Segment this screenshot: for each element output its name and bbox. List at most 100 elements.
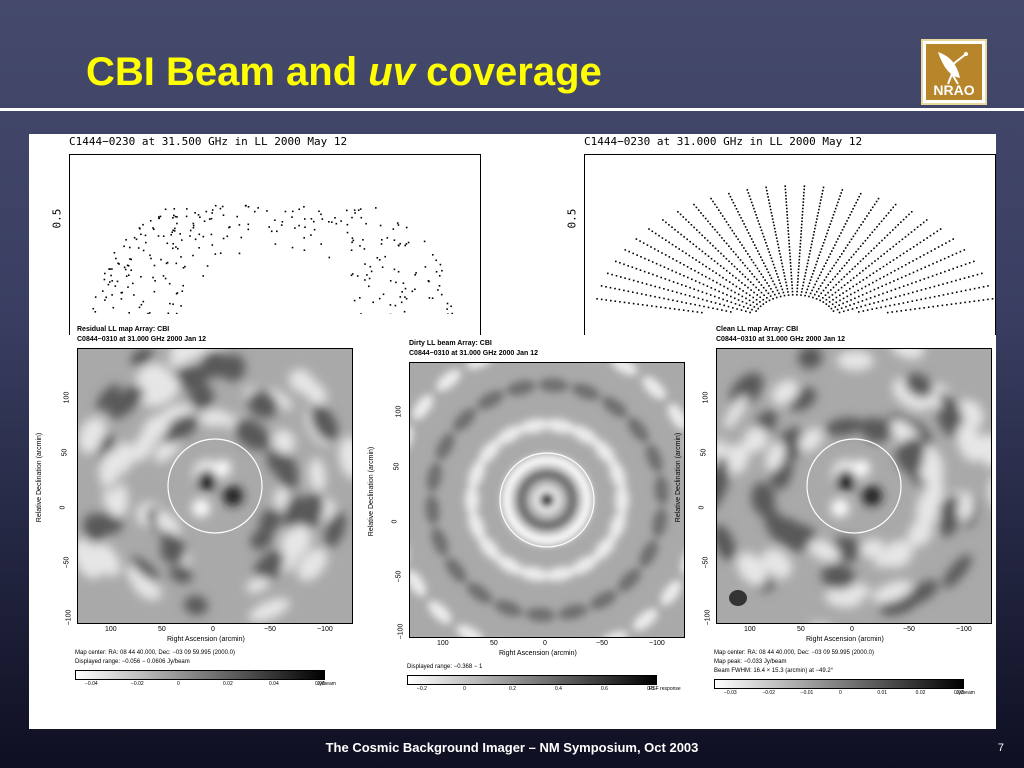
uv-point bbox=[806, 288, 809, 291]
uv-point bbox=[857, 301, 860, 304]
uv-point bbox=[831, 294, 834, 296]
uv-point bbox=[707, 306, 710, 309]
beam-sidelobe bbox=[615, 485, 629, 515]
uv-point bbox=[821, 193, 823, 195]
uv-point bbox=[380, 243, 383, 245]
uv-point bbox=[750, 289, 752, 291]
uv-point bbox=[340, 220, 342, 222]
uv-point bbox=[623, 301, 626, 304]
uv-point bbox=[177, 247, 179, 250]
uv-point bbox=[798, 255, 801, 258]
uv-point bbox=[841, 267, 843, 270]
uv-point bbox=[811, 289, 813, 292]
uv-point bbox=[864, 304, 867, 307]
uv-point bbox=[424, 266, 427, 268]
uv-point bbox=[845, 290, 848, 292]
uv-point bbox=[725, 269, 728, 272]
uv-point bbox=[747, 192, 750, 194]
uv-point bbox=[905, 309, 907, 311]
uv-point bbox=[801, 288, 804, 290]
uv-point bbox=[397, 270, 400, 273]
uv-point bbox=[955, 302, 957, 305]
uv-point bbox=[291, 216, 293, 218]
uv-point bbox=[867, 252, 870, 255]
uv-point bbox=[787, 226, 789, 229]
uv-point bbox=[820, 196, 823, 198]
uv-point bbox=[825, 286, 827, 289]
uv-point bbox=[899, 254, 902, 257]
uv-point bbox=[697, 289, 700, 292]
uv-point bbox=[726, 287, 729, 290]
uv-point bbox=[142, 300, 145, 303]
uv-point bbox=[162, 235, 165, 237]
uv-point bbox=[731, 263, 733, 265]
uv-point bbox=[914, 308, 916, 310]
uv-point bbox=[661, 252, 663, 254]
uv-point bbox=[822, 189, 824, 192]
map-info-line: Beam FWHM: 16.4 × 15.3 (arcmin) at −49.2… bbox=[714, 668, 834, 674]
uv-point bbox=[901, 266, 903, 268]
uv-point bbox=[192, 222, 195, 225]
uv-point bbox=[767, 271, 770, 274]
uv-point bbox=[711, 226, 714, 228]
uv-point bbox=[115, 257, 117, 260]
nrao-logo: NRAO bbox=[921, 39, 987, 105]
uv-point bbox=[219, 207, 222, 210]
uv-point bbox=[718, 209, 720, 211]
uv-point bbox=[937, 284, 940, 287]
uv-point bbox=[740, 217, 742, 219]
uv-point bbox=[351, 237, 354, 239]
uv-point bbox=[719, 212, 722, 214]
grayscale-tick-label: 0 bbox=[839, 690, 842, 696]
uv-point bbox=[189, 229, 192, 232]
uv-point bbox=[321, 218, 324, 220]
uv-point bbox=[164, 277, 167, 280]
uv-point bbox=[959, 250, 962, 253]
uv-point bbox=[398, 244, 400, 247]
uv-point bbox=[808, 295, 810, 298]
uv-point bbox=[828, 301, 831, 303]
uv-point bbox=[688, 254, 691, 257]
uv-point bbox=[735, 208, 738, 210]
uv-point bbox=[610, 299, 612, 302]
uv-point bbox=[857, 263, 859, 265]
uv-point bbox=[916, 226, 919, 228]
uv-point bbox=[728, 245, 730, 247]
uv-point bbox=[840, 232, 842, 234]
uv-point bbox=[894, 296, 897, 298]
uv-point bbox=[651, 230, 654, 233]
uv-point bbox=[167, 312, 170, 314]
uv-point bbox=[619, 262, 621, 264]
map-y-axis-label: Relative Declination (arcmin) bbox=[675, 432, 683, 523]
uv-point bbox=[838, 304, 840, 306]
map-subheader: C0844−0310 at 31.000 GHz 2000 Jan 12 bbox=[716, 336, 846, 343]
uv-point bbox=[778, 279, 780, 281]
uv-point bbox=[919, 279, 921, 282]
uv-point bbox=[870, 209, 872, 211]
uv-point bbox=[660, 306, 662, 308]
uv-point bbox=[192, 254, 194, 257]
uv-point bbox=[127, 286, 129, 288]
uv-point bbox=[886, 250, 888, 253]
uv-point bbox=[722, 267, 725, 270]
uv-point bbox=[871, 308, 873, 310]
uv-point bbox=[847, 309, 849, 311]
uv-point bbox=[928, 264, 930, 267]
uv-point bbox=[704, 217, 707, 220]
uv-point bbox=[841, 253, 843, 255]
uv-point bbox=[935, 273, 938, 276]
uv-point bbox=[803, 278, 806, 281]
map-y-tick-label: 50 bbox=[61, 448, 69, 457]
noise-blob bbox=[198, 409, 231, 427]
uv-point bbox=[600, 298, 603, 301]
uv-point bbox=[147, 312, 149, 314]
uv-point bbox=[310, 218, 313, 220]
uv-point bbox=[903, 293, 905, 296]
uv-point bbox=[841, 229, 844, 231]
uv-point bbox=[701, 250, 704, 253]
uv-point bbox=[854, 232, 857, 235]
uv-point bbox=[787, 294, 790, 296]
uv-point bbox=[663, 288, 665, 290]
uv-point bbox=[678, 308, 680, 311]
uv-point bbox=[756, 294, 758, 296]
